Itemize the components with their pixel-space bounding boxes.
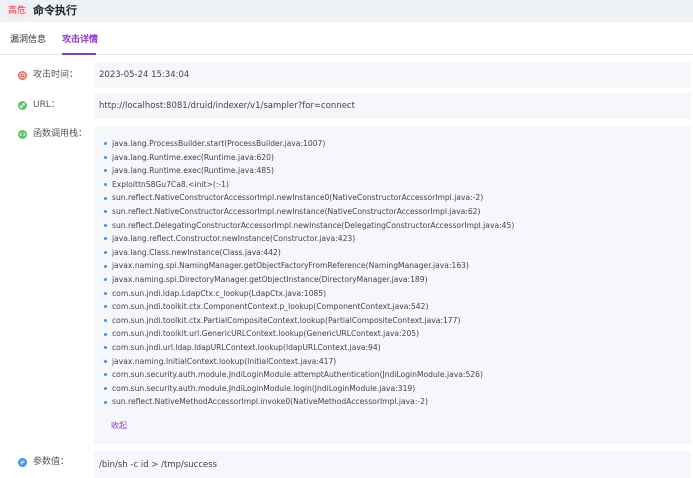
attack-time-label-row: 攻击时间： xyxy=(18,69,78,81)
stack-frame-item: javax.naming.spi.DirectoryManager.getObj… xyxy=(104,273,514,287)
stack-frame-text: ExploittnS8Gu7Ca8.<init>(:-1) xyxy=(112,179,229,189)
bullet-dot xyxy=(104,142,107,146)
bullet-dot xyxy=(104,237,107,241)
attack-time-box: 2023-05-24 15:34:04 xyxy=(94,62,691,88)
bullet-dot xyxy=(104,291,107,295)
params-label-row: 参数值： xyxy=(18,456,69,468)
stack-frame-text: com.sun.jndi.toolkit.url.GenericURLConte… xyxy=(112,329,420,339)
active-tab-indicator xyxy=(62,53,96,55)
stack-frame-item: java.lang.Runtime.exec(Runtime.java:620) xyxy=(104,151,514,165)
stack-frame-text: java.lang.Class.newInstance(Class.java:4… xyxy=(112,247,281,257)
page-header: 高危 命令执行 xyxy=(0,0,693,22)
call-stack-label-row: 函数调用栈： xyxy=(18,128,87,140)
stack-frame-text: com.sun.jndi.toolkit.ctx.ComponentContex… xyxy=(112,302,429,312)
bullet-dot xyxy=(104,373,107,377)
bullet-dot xyxy=(104,183,107,187)
stack-frame-text: java.lang.Runtime.exec(Runtime.java:620) xyxy=(112,152,274,162)
bullet-dot xyxy=(104,251,107,255)
call-stack-box: java.lang.ProcessBuilder.start(ProcessBu… xyxy=(94,126,691,444)
bullet-dot xyxy=(104,223,107,227)
stack-frame-item: sun.reflect.NativeConstructorAccessorImp… xyxy=(104,191,514,205)
tab-vuln-info[interactable]: 漏洞信息 xyxy=(10,34,46,46)
stack-frame-item: ExploittnS8Gu7Ca8.<init>(:-1) xyxy=(104,178,514,192)
stack-frame-text: com.sun.jndi.toolkit.ctx.PartialComposit… xyxy=(112,315,461,325)
stack-frame-text: javax.naming.InitialContext.lookup(Initi… xyxy=(112,356,337,366)
stack-frame-item: java.lang.ProcessBuilder.start(ProcessBu… xyxy=(104,137,514,151)
stack-frame-item: sun.reflect.NativeMethodAccessorImpl.inv… xyxy=(104,395,514,409)
stack-frame-item: com.sun.jndi.url.ldap.ldapURLContext.loo… xyxy=(104,341,514,355)
bullet-dot xyxy=(104,264,107,268)
collapse-button[interactable]: 收起 xyxy=(111,420,127,432)
stack-frame-item: com.sun.security.auth.module.JndiLoginMo… xyxy=(104,382,514,396)
bullet-dot xyxy=(104,359,107,363)
stack-frame-item: com.sun.security.auth.module.JndiLoginMo… xyxy=(104,368,514,382)
stack-frame-item: com.sun.jndi.toolkit.ctx.ComponentContex… xyxy=(104,300,514,314)
stack-frame-item: sun.reflect.NativeConstructorAccessorImp… xyxy=(104,205,514,219)
url-label: URL： xyxy=(33,100,60,110)
url-label-row: URL： xyxy=(18,99,60,111)
stack-frame-text: sun.reflect.DelegatingConstructorAccesso… xyxy=(112,220,515,230)
stack-frame-text: sun.reflect.NativeMethodAccessorImpl.inv… xyxy=(112,397,428,407)
tab-attack-details[interactable]: 攻击详情 xyxy=(62,34,98,46)
url-box: http://localhost:8081/druid/indexer/v1/s… xyxy=(94,93,691,119)
clock-icon xyxy=(18,70,27,80)
stack-frame-item: com.sun.jndi.ldap.LdapCtx.c_lookup(LdapC… xyxy=(104,287,514,301)
stack-frame-item: javax.naming.spi.NamingManager.getObject… xyxy=(104,259,514,273)
attack-time-value: 2023-05-24 15:34:04 xyxy=(99,70,190,80)
stack-frame-item: com.sun.jndi.toolkit.url.GenericURLConte… xyxy=(104,327,514,341)
bullet-dot xyxy=(104,305,107,309)
stack-frame-text: sun.reflect.NativeConstructorAccessorImp… xyxy=(112,193,484,203)
stack-frame-text: com.sun.jndi.ldap.LdapCtx.c_lookup(LdapC… xyxy=(112,288,327,298)
bullet-dot xyxy=(104,386,107,390)
params-icon xyxy=(18,457,27,467)
stack-frame-text: java.lang.ProcessBuilder.start(ProcessBu… xyxy=(112,139,326,148)
bullet-dot xyxy=(104,332,107,336)
bullet-dot xyxy=(104,210,107,214)
stack-frame-text: com.sun.security.auth.module.JndiLoginMo… xyxy=(112,383,416,393)
attack-time-label: 攻击时间： xyxy=(33,70,79,80)
stack-frame-text: sun.reflect.NativeConstructorAccessorImp… xyxy=(112,206,481,216)
bullet-dot xyxy=(104,196,107,200)
bullet-dot xyxy=(104,319,107,323)
call-stack-list: java.lang.ProcessBuilder.start(ProcessBu… xyxy=(104,137,514,409)
params-box: /bin/sh -c id > /tmp/success xyxy=(94,451,691,478)
stack-frame-item: java.lang.Runtime.exec(Runtime.java:485) xyxy=(104,164,514,178)
stack-frame-item: com.sun.jndi.toolkit.ctx.PartialComposit… xyxy=(104,314,514,328)
stack-frame-text: javax.naming.spi.NamingManager.getObject… xyxy=(112,261,469,271)
stack-frame-text: java.lang.Runtime.exec(Runtime.java:485) xyxy=(112,166,274,176)
stack-frame-item: sun.reflect.DelegatingConstructorAccesso… xyxy=(104,219,514,233)
params-label: 参数值： xyxy=(33,457,70,467)
stack-frame-text: java.lang.reflect.Constructor.newInstanc… xyxy=(112,234,356,244)
code-icon xyxy=(18,129,27,139)
stack-frame-item: javax.naming.InitialContext.lookup(Initi… xyxy=(104,355,514,369)
stack-frame-item: java.lang.reflect.Constructor.newInstanc… xyxy=(104,232,514,246)
stack-frame-text: com.sun.security.auth.module.JndiLoginMo… xyxy=(112,370,483,380)
params-value: /bin/sh -c id > /tmp/success xyxy=(99,460,218,470)
link-icon xyxy=(18,100,27,110)
bullet-dot xyxy=(104,400,107,404)
stack-frame-text: com.sun.jndi.url.ldap.ldapURLContext.loo… xyxy=(112,342,381,352)
stack-frame-item: java.lang.Class.newInstance(Class.java:4… xyxy=(104,246,514,260)
bullet-dot xyxy=(104,278,107,282)
bullet-dot xyxy=(104,155,107,159)
page-title: 命令执行 xyxy=(33,4,77,17)
severity-badge: 高危 xyxy=(6,5,29,18)
url-value: http://localhost:8081/druid/indexer/v1/s… xyxy=(99,101,355,111)
tab-bar: 漏洞信息 攻击详情 xyxy=(0,22,693,55)
stack-frame-text: javax.naming.spi.DirectoryManager.getObj… xyxy=(112,274,428,284)
bullet-dot xyxy=(104,169,107,173)
bullet-dot xyxy=(104,346,107,350)
call-stack-label: 函数调用栈： xyxy=(33,129,88,139)
